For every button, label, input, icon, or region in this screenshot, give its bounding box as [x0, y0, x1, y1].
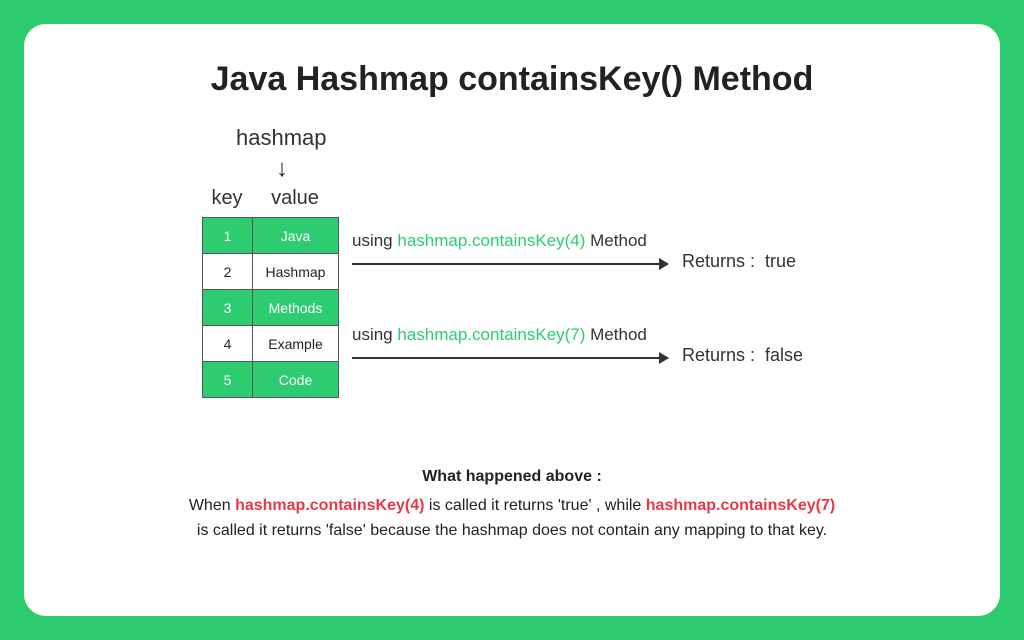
- table-row: 4 Example: [203, 326, 339, 362]
- code-red: hashmap.containsKey(7): [646, 497, 835, 514]
- cell-value: Example: [253, 326, 339, 362]
- explanation: What happened above : When hashmap.conta…: [72, 465, 952, 543]
- text-suffix: Method: [585, 231, 646, 250]
- arrow-right-icon: [352, 263, 668, 265]
- table-row: 5 Code: [203, 362, 339, 398]
- returns-value: false: [765, 345, 803, 365]
- hashmap-label: hashmap: [236, 125, 327, 151]
- explanation-body: When hashmap.containsKey(4) is called it…: [72, 494, 952, 544]
- text-suffix: Method: [585, 325, 646, 344]
- returns-label: Returns :: [682, 251, 755, 271]
- cell-value: Java: [253, 218, 339, 254]
- cell-key: 3: [203, 290, 253, 326]
- text: When: [189, 497, 235, 514]
- cell-value: Code: [253, 362, 339, 398]
- returns-value: true: [765, 251, 796, 271]
- method-text: using hashmap.containsKey(4) Method: [352, 231, 796, 251]
- cell-key: 1: [203, 218, 253, 254]
- page-title: Java Hashmap containsKey() Method: [72, 60, 952, 99]
- returns-text: Returns : false: [682, 345, 803, 366]
- cell-key: 5: [203, 362, 253, 398]
- down-arrow-icon: ↓: [276, 155, 288, 183]
- method-call-1: using hashmap.containsKey(4) Method Retu…: [352, 231, 796, 272]
- text: is called it returns 'false' because the…: [197, 522, 827, 539]
- diagram-area: hashmap ↓ key value 1 Java 2 Hashmap 3 M…: [72, 125, 952, 465]
- returns-label: Returns :: [682, 345, 755, 365]
- table-headers: key value: [202, 187, 338, 210]
- cell-value: Methods: [253, 290, 339, 326]
- hashmap-table: 1 Java 2 Hashmap 3 Methods 4 Example 5 C…: [202, 217, 339, 398]
- code-red: hashmap.containsKey(4): [235, 497, 424, 514]
- method-code: hashmap.containsKey(4): [397, 231, 585, 250]
- cell-value: Hashmap: [253, 254, 339, 290]
- content-card: Java Hashmap containsKey() Method hashma…: [24, 24, 1000, 616]
- arrow-right-icon: [352, 357, 668, 359]
- returns-text: Returns : true: [682, 251, 796, 272]
- text-prefix: using: [352, 231, 397, 250]
- text: is called it returns 'true' , while: [424, 497, 645, 514]
- cell-key: 4: [203, 326, 253, 362]
- table-row: 3 Methods: [203, 290, 339, 326]
- table-row: 2 Hashmap: [203, 254, 339, 290]
- header-key: key: [202, 187, 252, 210]
- text-prefix: using: [352, 325, 397, 344]
- header-value: value: [252, 187, 338, 210]
- method-text: using hashmap.containsKey(7) Method: [352, 325, 803, 345]
- method-call-2: using hashmap.containsKey(7) Method Retu…: [352, 325, 803, 366]
- explanation-heading: What happened above :: [72, 465, 952, 490]
- method-code: hashmap.containsKey(7): [397, 325, 585, 344]
- table-row: 1 Java: [203, 218, 339, 254]
- cell-key: 2: [203, 254, 253, 290]
